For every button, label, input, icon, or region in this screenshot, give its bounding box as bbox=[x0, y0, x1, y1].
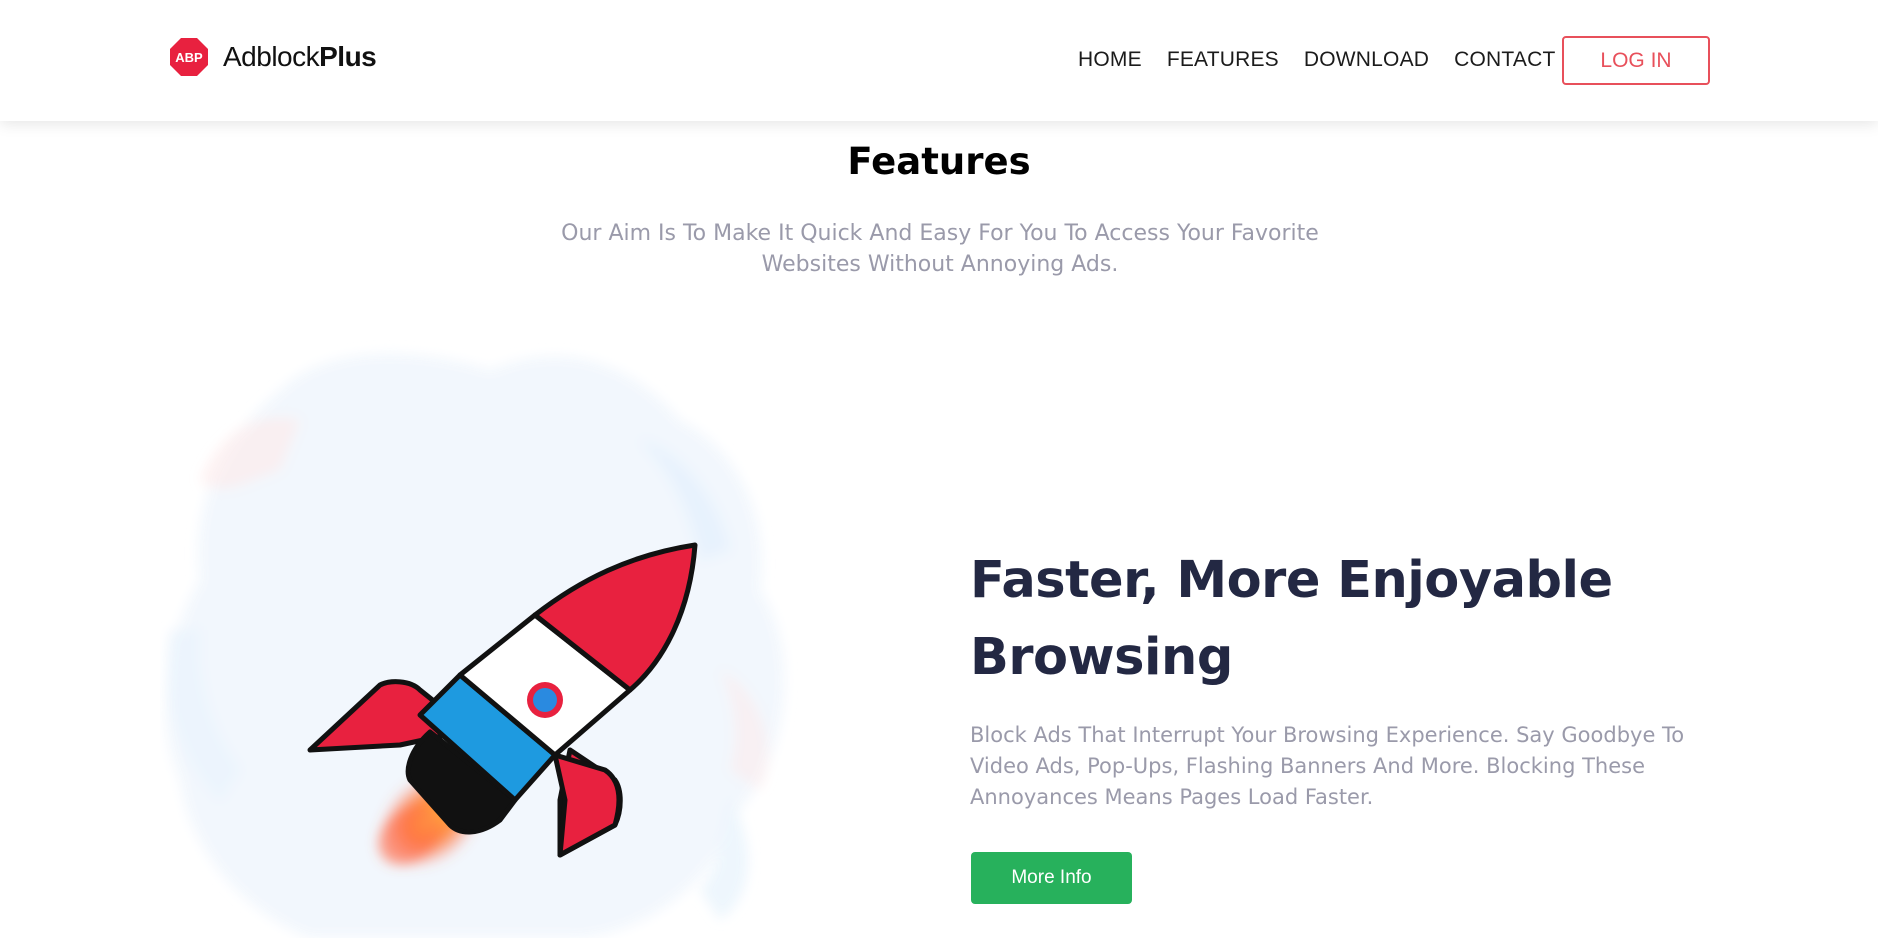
more-info-button[interactable]: More Info bbox=[971, 852, 1132, 904]
main-nav: HOME FEATURES DOWNLOAD CONTACT bbox=[1078, 46, 1581, 74]
section-title: Features bbox=[847, 140, 1031, 183]
cloud-background bbox=[165, 353, 785, 938]
navbar: ABP AdblockPlus HOME FEATURES DOWNLOAD C… bbox=[0, 0, 1878, 121]
logo-badge-text: ABP bbox=[175, 50, 203, 65]
rocket-icon bbox=[165, 353, 785, 938]
section-subtitle: Our Aim Is To Make It Quick And Easy For… bbox=[561, 221, 1319, 277]
page: ABP AdblockPlus HOME FEATURES DOWNLOAD C… bbox=[0, 0, 1878, 938]
nav-link-download[interactable]: DOWNLOAD bbox=[1304, 46, 1429, 74]
nav-link-features[interactable]: FEATURES bbox=[1167, 46, 1279, 74]
nav-link-contact[interactable]: CONTACT bbox=[1454, 46, 1555, 74]
logo-wordmark-plus: Plus bbox=[319, 41, 377, 72]
feature-description: Block Ads That Interrupt Your Browsing E… bbox=[970, 723, 1685, 809]
nav-link-home[interactable]: HOME bbox=[1078, 46, 1142, 74]
logo[interactable]: ABP AdblockPlus bbox=[169, 36, 377, 78]
abp-stop-sign-icon: ABP bbox=[170, 38, 208, 76]
feature-illustration bbox=[160, 330, 920, 938]
logo-wordmark-adblock: Adblock bbox=[223, 41, 320, 72]
login-button[interactable]: LOG IN bbox=[1562, 36, 1710, 85]
rocket-window-glass bbox=[533, 688, 557, 712]
feature-heading: Faster, More Enjoyable Browsing bbox=[970, 551, 1613, 687]
logo-wordmark: AdblockPlus bbox=[223, 41, 377, 73]
